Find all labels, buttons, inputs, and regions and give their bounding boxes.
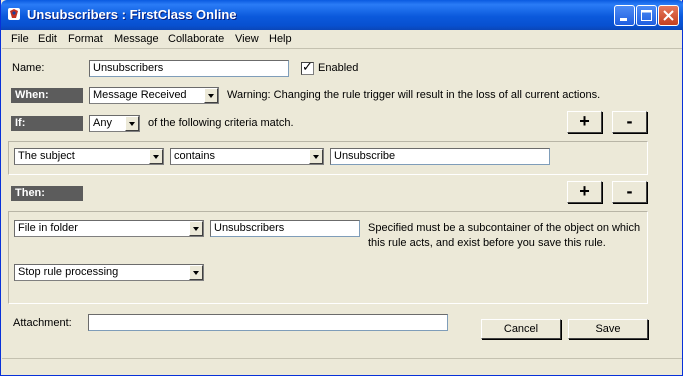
remove-action-button[interactable]: -: [612, 181, 647, 203]
rule-editor-window: Unsubscribers : FirstClass Online File E…: [0, 0, 683, 376]
trigger-dropdown[interactable]: Message Received: [89, 87, 219, 104]
minimize-icon: [620, 18, 627, 21]
chevron-down-icon: [309, 149, 323, 164]
action-dropdown-file-in-folder[interactable]: File in folder: [14, 220, 204, 237]
save-button[interactable]: Save: [568, 319, 648, 339]
chevron-down-icon: [125, 116, 139, 131]
menu-message[interactable]: Message: [114, 33, 159, 45]
close-button[interactable]: [658, 5, 679, 26]
menu-format[interactable]: Format: [68, 33, 103, 45]
menu-edit[interactable]: Edit: [38, 33, 57, 45]
criteria-operator-dropdown[interactable]: contains: [170, 148, 324, 165]
add-criteria-button[interactable]: +: [567, 111, 602, 133]
chevron-down-icon: [204, 88, 218, 103]
menu-bar: File Edit Format Message Collaborate Vie…: [2, 30, 682, 49]
folder-note-line1: Specified must be a subcontainer of the …: [368, 222, 641, 234]
chevron-down-icon: [189, 221, 203, 236]
action-dropdown-stop-processing[interactable]: Stop rule processing: [14, 264, 204, 281]
attachment-label: Attachment:: [13, 317, 72, 329]
status-bar: [2, 358, 682, 376]
action1-value: File in folder: [18, 222, 78, 234]
enabled-checkbox[interactable]: [301, 60, 314, 75]
name-label: Name:: [12, 62, 45, 74]
when-header: When:: [11, 88, 83, 103]
trigger-value: Message Received: [93, 89, 187, 101]
then-header: Then:: [11, 186, 83, 201]
menu-file[interactable]: File: [11, 33, 29, 45]
match-suffix-text: of the following criteria match.: [148, 117, 294, 129]
close-icon: [663, 10, 674, 21]
if-header: If:: [11, 116, 83, 131]
cancel-button[interactable]: Cancel: [481, 319, 561, 339]
trigger-warning: Warning: Changing the rule trigger will …: [227, 89, 601, 101]
match-value: Any: [93, 117, 112, 129]
firstclass-app-icon: [8, 8, 20, 20]
folder-field[interactable]: Unsubscribers: [210, 220, 360, 237]
enabled-label: Enabled: [318, 62, 359, 74]
window-title: Unsubscribers : FirstClass Online: [27, 7, 237, 22]
folder-note-line2: this rule acts, and exist before you sav…: [368, 237, 606, 249]
rule-name-field[interactable]: Unsubscribers: [89, 60, 289, 77]
criteria-value-field[interactable]: Unsubscribe: [330, 148, 550, 165]
maximize-icon: [641, 10, 652, 21]
action2-value: Stop rule processing: [18, 266, 119, 278]
menu-view[interactable]: View: [235, 33, 259, 45]
chevron-down-icon: [149, 149, 163, 164]
criteria-field-value: The subject: [18, 150, 75, 162]
maximize-button[interactable]: [636, 5, 657, 26]
menu-help[interactable]: Help: [269, 33, 292, 45]
title-bar[interactable]: Unsubscribers : FirstClass Online: [1, 0, 683, 30]
chevron-down-icon: [189, 265, 203, 280]
criteria-field-dropdown[interactable]: The subject: [14, 148, 164, 165]
add-action-button[interactable]: +: [567, 181, 602, 203]
attachment-field[interactable]: [88, 314, 448, 331]
match-dropdown[interactable]: Any: [89, 115, 140, 132]
menu-collaborate[interactable]: Collaborate: [168, 33, 224, 45]
criteria-operator-value: contains: [174, 150, 215, 162]
remove-criteria-button[interactable]: -: [612, 111, 647, 133]
minimize-button[interactable]: [614, 5, 635, 26]
